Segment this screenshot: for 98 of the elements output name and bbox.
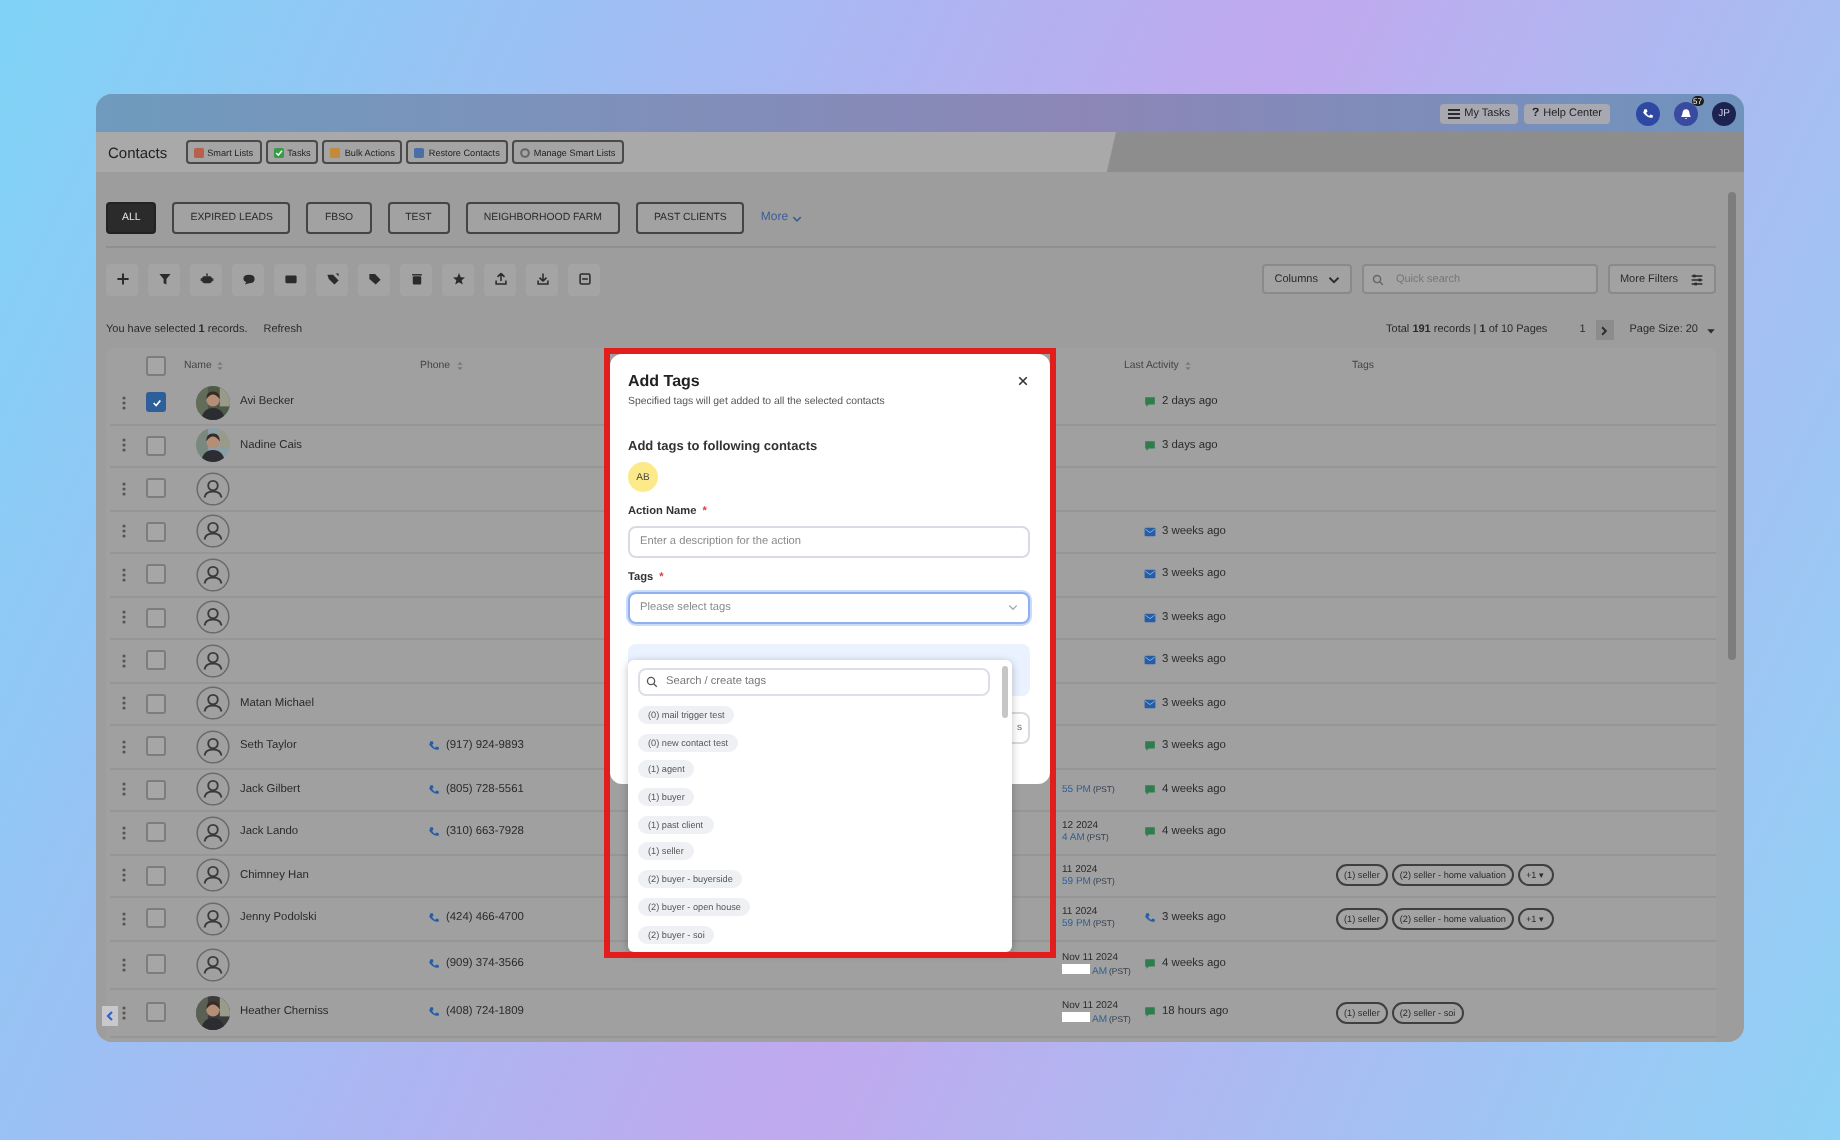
drag-handle-icon[interactable]	[122, 825, 126, 840]
next-page-button[interactable]	[1595, 320, 1614, 340]
drag-handle-icon[interactable]	[122, 1005, 126, 1019]
phone-icon	[428, 783, 440, 796]
square-icon	[330, 147, 341, 157]
row-checkbox[interactable]	[146, 392, 166, 413]
drag-handle-icon[interactable]	[122, 696, 126, 711]
close-button[interactable]	[1016, 374, 1030, 388]
row-checkbox[interactable]	[146, 693, 166, 714]
phone-icon	[428, 958, 440, 970]
drag-handle-icon[interactable]	[122, 610, 126, 625]
row-checkbox[interactable]	[146, 435, 166, 456]
toolbar-button[interactable]	[106, 263, 138, 295]
filter-sliders-icon	[1690, 273, 1704, 285]
toolbar-button[interactable]	[316, 263, 348, 295]
list-icon	[1448, 107, 1461, 119]
drag-handle-icon[interactable]	[122, 653, 126, 668]
phone-icon	[1144, 912, 1156, 925]
select-all-checkbox[interactable]	[146, 355, 166, 375]
toolbar-button[interactable]	[400, 263, 432, 295]
caret-icon	[1327, 273, 1340, 285]
toolbar-button[interactable]	[568, 263, 600, 295]
row-checkbox[interactable]	[146, 607, 166, 628]
drag-handle-icon[interactable]	[122, 438, 126, 453]
chevron-down-icon	[1008, 604, 1018, 612]
chat-icon	[1144, 396, 1156, 409]
phone-icon	[428, 912, 440, 925]
drag-handle-icon[interactable]	[122, 567, 126, 582]
row-checkbox[interactable]	[146, 779, 166, 800]
collapse-sidebar-button[interactable]	[102, 1006, 118, 1026]
chat-icon	[1144, 1006, 1156, 1018]
row-checkbox[interactable]	[146, 564, 166, 585]
row-checkbox[interactable]	[146, 478, 166, 499]
sort-icon	[215, 359, 224, 371]
filter-icon	[157, 272, 171, 286]
toolbar-button[interactable]	[148, 263, 180, 295]
toolbar-button[interactable]	[232, 263, 264, 295]
dialog-title: Add Tags	[628, 372, 700, 390]
row-checkbox[interactable]	[146, 736, 166, 757]
download-icon	[535, 272, 549, 286]
checkbox-icon	[273, 147, 284, 157]
drag-handle-icon[interactable]	[122, 524, 126, 539]
chat-icon	[1144, 439, 1156, 452]
gear-icon	[519, 147, 530, 157]
scrollbar-thumb[interactable]	[1002, 666, 1008, 718]
tag-icon	[367, 272, 381, 286]
email-icon	[1144, 697, 1156, 710]
add-icon	[115, 272, 129, 286]
caret-icon	[1706, 325, 1716, 335]
row-checkbox[interactable]	[146, 954, 166, 974]
bell-icon	[1680, 107, 1692, 119]
chat-icon	[1144, 783, 1156, 796]
email-icon	[1144, 654, 1156, 667]
row-checkbox[interactable]	[146, 822, 166, 843]
row-checkbox[interactable]	[146, 650, 166, 671]
sort-icon	[1184, 359, 1193, 371]
drag-handle-icon[interactable]	[122, 395, 126, 410]
scrollbar[interactable]	[1728, 192, 1736, 660]
email-icon	[1144, 611, 1156, 624]
toolbar-button[interactable]	[274, 263, 306, 295]
square-icon	[414, 147, 425, 157]
row-checkbox[interactable]	[146, 521, 166, 542]
chevron-left-icon	[106, 1010, 114, 1022]
chevron-right-icon	[1600, 325, 1609, 335]
email-icon	[283, 272, 297, 286]
phone-icon	[428, 826, 440, 839]
row-checkbox[interactable]	[146, 1002, 166, 1022]
drag-handle-icon[interactable]	[122, 868, 126, 883]
checkmark-icon	[151, 397, 161, 408]
toolbar-button[interactable]	[358, 263, 390, 295]
drag-handle-icon[interactable]	[122, 911, 126, 926]
drag-handle-icon[interactable]	[122, 957, 126, 971]
sort-icon	[456, 359, 465, 371]
toolbar-button[interactable]	[190, 263, 222, 295]
trash-icon	[409, 272, 423, 286]
drag-handle-icon[interactable]	[122, 739, 126, 754]
chat-icon	[1144, 826, 1156, 839]
upload-icon	[493, 272, 507, 286]
toolbar-button[interactable]	[526, 263, 558, 295]
chat-icon	[241, 272, 255, 286]
close-icon	[1018, 376, 1028, 386]
square-icon	[193, 147, 204, 157]
email-icon	[1144, 525, 1156, 538]
toolbar-button[interactable]	[484, 263, 516, 295]
row-checkbox[interactable]	[146, 908, 166, 929]
chat-icon	[1144, 958, 1156, 970]
phone-icon	[428, 740, 440, 753]
caret-icon	[792, 213, 803, 223]
drag-handle-icon[interactable]	[122, 782, 126, 797]
row-checkbox[interactable]	[146, 865, 166, 886]
chat-icon	[1144, 740, 1156, 753]
star-icon	[451, 272, 465, 286]
phone-icon	[428, 1006, 440, 1018]
toolbar-button[interactable]	[442, 263, 474, 295]
drag-handle-icon[interactable]	[122, 481, 126, 496]
email-icon	[1144, 568, 1156, 581]
phone-button[interactable]	[1636, 101, 1660, 125]
phone-icon	[1642, 107, 1654, 119]
